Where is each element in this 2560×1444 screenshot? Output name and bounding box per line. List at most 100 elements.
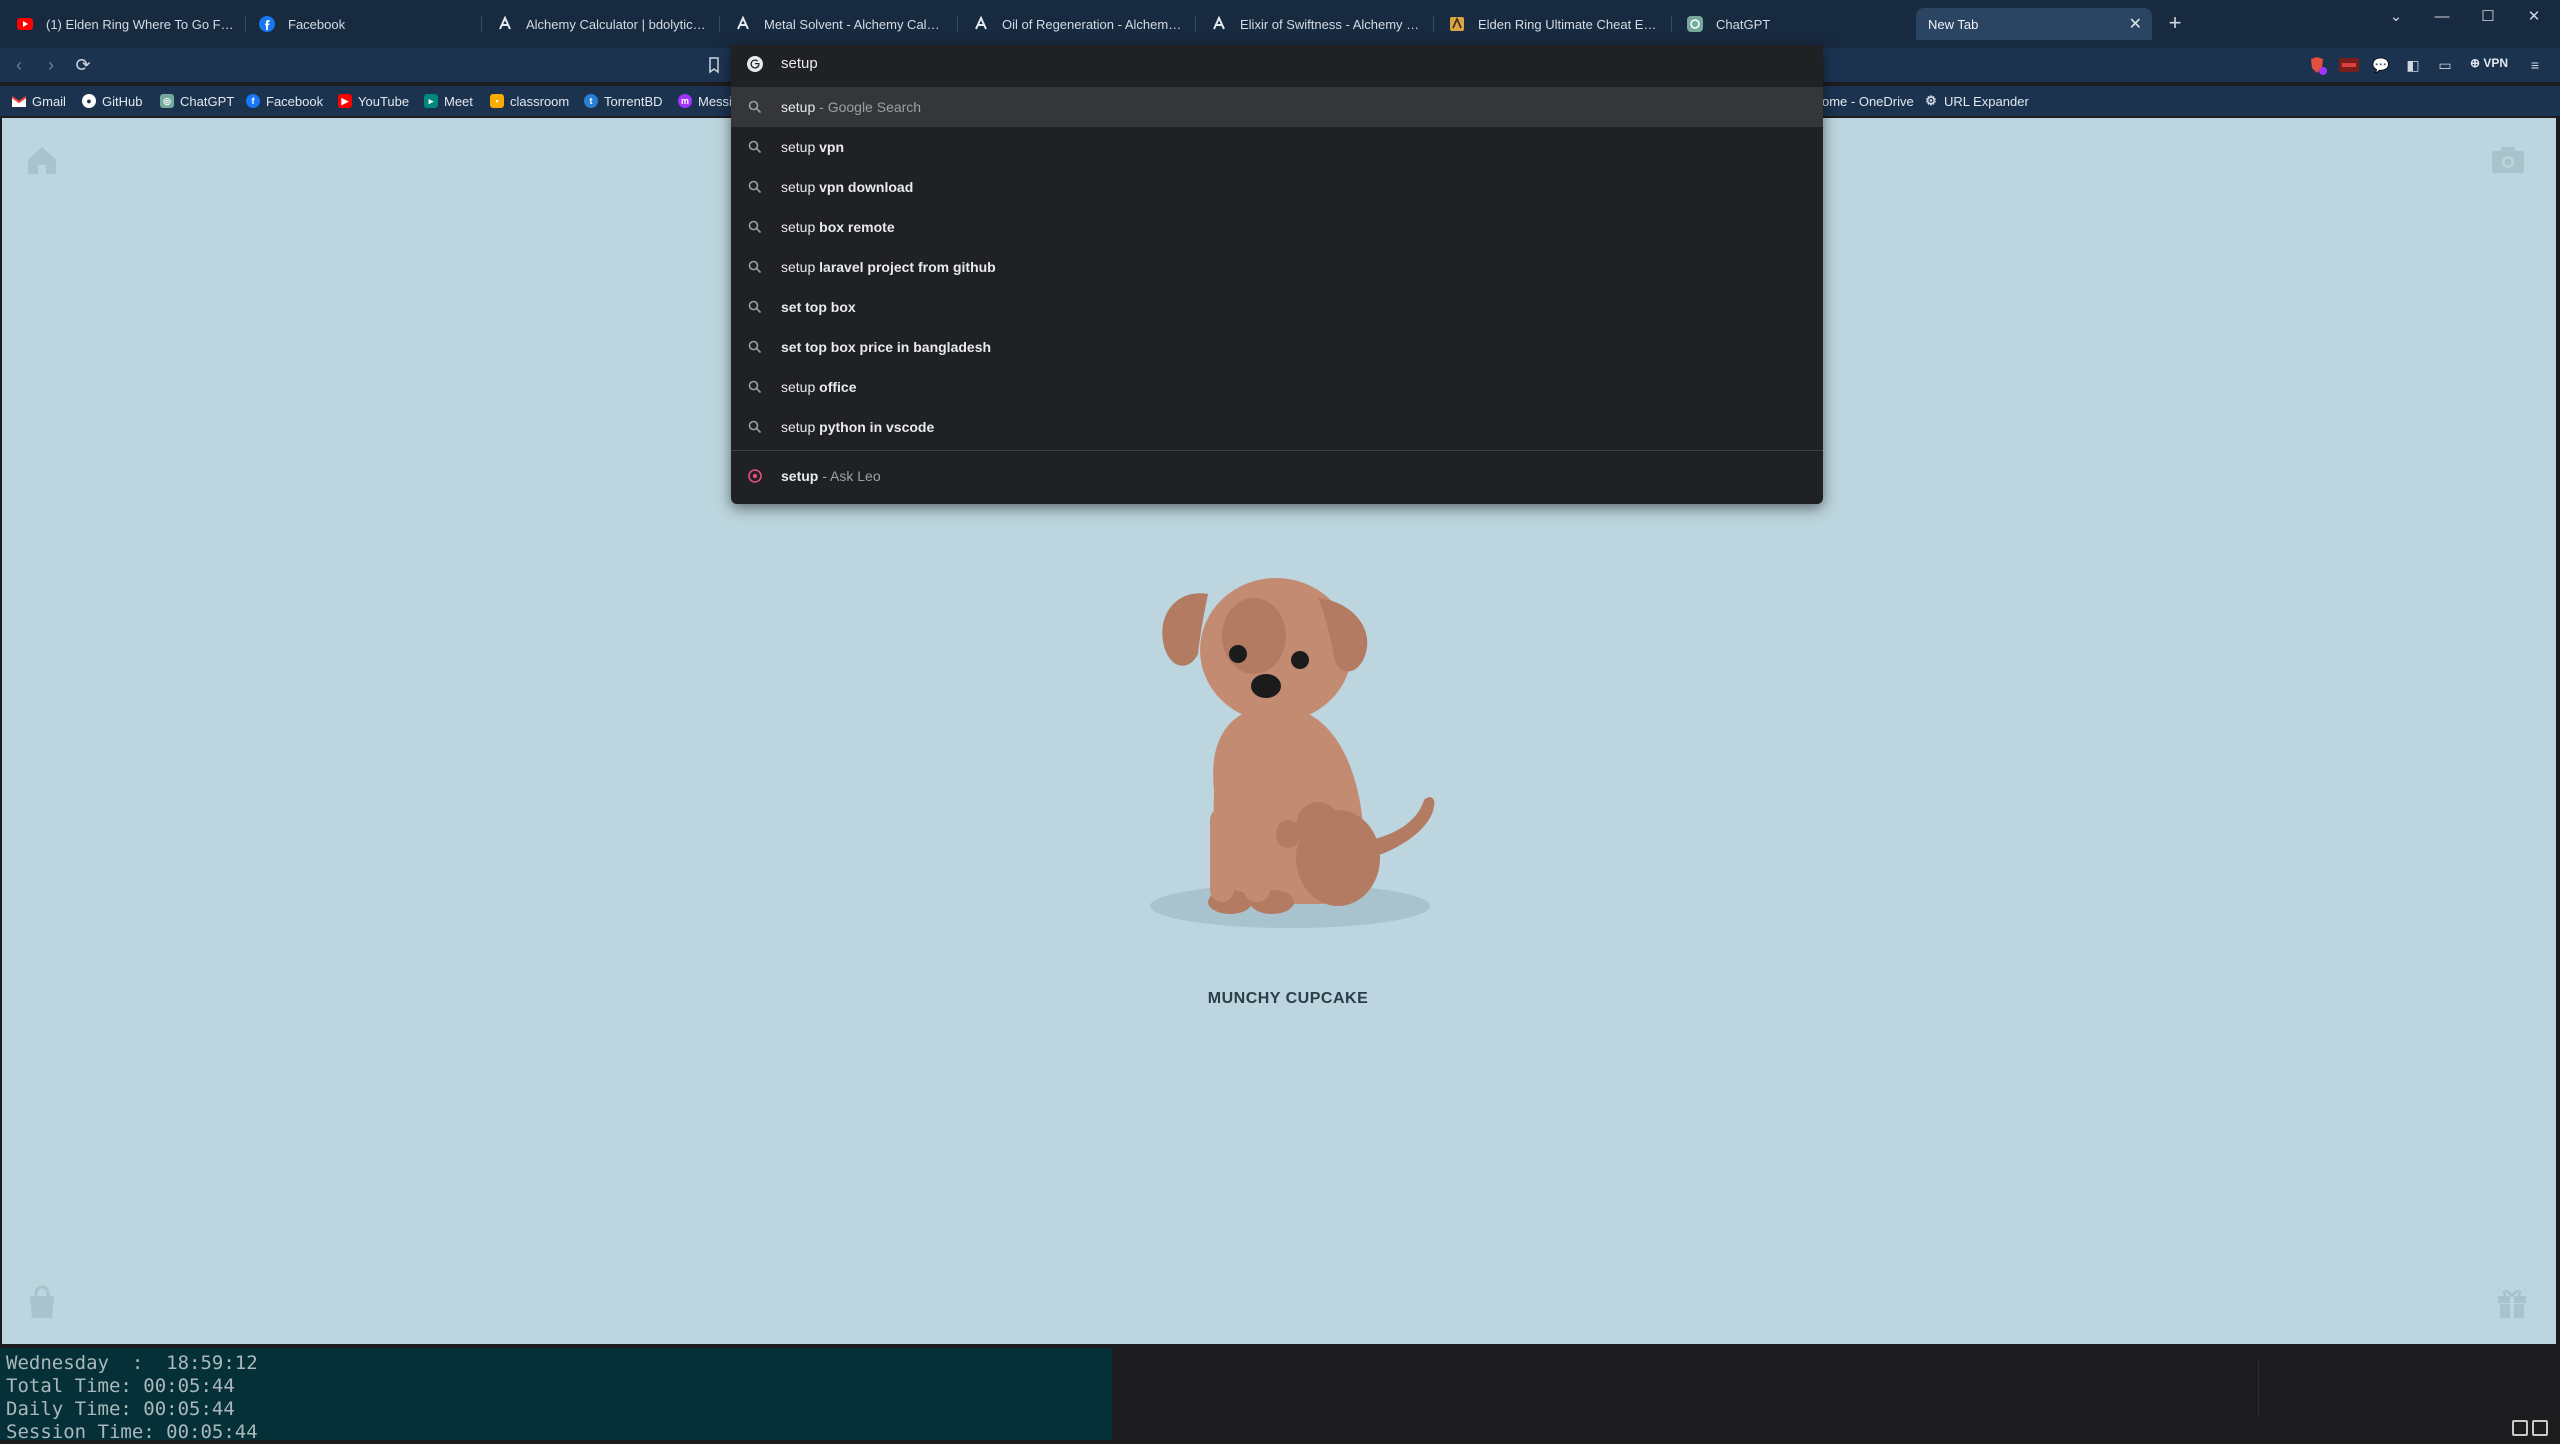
- tab-title: Alchemy Calculator | bdolytics - The: [526, 16, 708, 32]
- bdolytics-icon: [1210, 15, 1228, 33]
- desktop-area: [1112, 1348, 2560, 1440]
- menu-icon[interactable]: ≡: [2524, 54, 2546, 76]
- omnibox-query: setup: [781, 55, 818, 72]
- tab-title: Elixir of Swiftness - Alchemy Calculat: [1240, 16, 1422, 32]
- minimize-button[interactable]: —: [2422, 4, 2462, 28]
- search-icon: [748, 140, 762, 154]
- omnibox-input[interactable]: setup: [731, 45, 1823, 83]
- search-icon: [748, 100, 762, 114]
- suggestion-item[interactable]: setup office: [731, 367, 1823, 407]
- gift-icon[interactable]: [2492, 1282, 2532, 1322]
- sidebar-icon[interactable]: ◧: [2402, 54, 2424, 76]
- meet-icon: ▸: [424, 94, 438, 108]
- search-icon: [748, 340, 762, 354]
- suggestion-item[interactable]: setup laravel project from github: [731, 247, 1823, 287]
- brave-shields-icon[interactable]: [2306, 54, 2328, 76]
- omnibox-dropdown: setup setup - Google Search setup vpn se…: [731, 45, 1823, 504]
- vpn-label: VPN: [2483, 56, 2509, 70]
- tab-strip: (1) Elden Ring Where To Go First | Be Fa…: [0, 0, 2560, 48]
- suggestion-google-search[interactable]: setup - Google Search: [731, 87, 1823, 127]
- facebook-icon: [258, 15, 276, 33]
- close-window-button[interactable]: ✕: [2514, 4, 2554, 28]
- facebook-icon: f: [246, 94, 260, 108]
- tab-elixir-of-swiftness[interactable]: Elixir of Swiftness - Alchemy Calculat: [1198, 8, 1434, 40]
- vpn-button[interactable]: ⊕ VPN: [2470, 56, 2508, 70]
- gmail-icon: [12, 94, 26, 108]
- bookmark-url-expander[interactable]: ⚙ URL Expander: [1924, 90, 2029, 112]
- tab-title: Elden Ring Ultimate Cheat Engine Ta: [1478, 16, 1660, 32]
- back-button[interactable]: ‹: [6, 52, 32, 78]
- terminal-line: Total Time: 00:05:44: [6, 1375, 235, 1397]
- bookmark-meet[interactable]: ▸ Meet: [424, 90, 473, 112]
- tab-chatgpt[interactable]: ChatGPT: [1674, 8, 1910, 40]
- bookmark-icon[interactable]: [702, 54, 726, 76]
- home-icon[interactable]: [22, 140, 62, 180]
- tab-title: (1) Elden Ring Where To Go First | Be: [46, 16, 234, 32]
- tab-alchemy-calculator[interactable]: Alchemy Calculator | bdolytics - The: [484, 8, 720, 40]
- suggestion-item[interactable]: set top box price in bangladesh: [731, 327, 1823, 367]
- tab-new-tab[interactable]: New Tab ✕: [1916, 8, 2152, 40]
- tab-elden-ring-cheat-engine[interactable]: Elden Ring Ultimate Cheat Engine Ta: [1436, 8, 1672, 40]
- rewards-icon[interactable]: [2338, 54, 2360, 76]
- layout-icon[interactable]: [2512, 1420, 2528, 1436]
- divider: [2258, 1360, 2259, 1418]
- bookmark-gmail[interactable]: Gmail: [12, 90, 66, 112]
- forward-button[interactable]: ›: [38, 52, 64, 78]
- messenger-icon: m: [678, 94, 692, 108]
- search-icon: [748, 260, 762, 274]
- shopping-bag-icon[interactable]: [22, 1282, 62, 1322]
- search-icon: [748, 180, 762, 194]
- search-icon: [748, 380, 762, 394]
- classroom-icon: ▪: [490, 94, 504, 108]
- close-icon[interactable]: ✕: [2129, 14, 2142, 34]
- tab-elden-ring-youtube[interactable]: (1) Elden Ring Where To Go First | Be: [4, 8, 246, 40]
- bookmark-chatgpt[interactable]: ◎ ChatGPT: [160, 90, 234, 112]
- youtube-icon: ▶: [338, 94, 352, 108]
- tab-facebook[interactable]: Facebook: [246, 8, 482, 40]
- bookmark-messenger[interactable]: m Messi: [678, 90, 732, 112]
- github-icon: ●: [82, 94, 96, 108]
- bookmark-classroom[interactable]: ▪ classroom: [490, 90, 569, 112]
- tab-metal-solvent[interactable]: Metal Solvent - Alchemy Calculator: [722, 8, 958, 40]
- tab-title: Oil of Regeneration - Alchemy Calcu: [1002, 16, 1184, 32]
- google-icon: [747, 56, 763, 72]
- tab-oil-of-regeneration[interactable]: Oil of Regeneration - Alchemy Calcu: [960, 8, 1196, 40]
- bdolytics-icon: [972, 15, 990, 33]
- youtube-icon: [16, 15, 34, 33]
- leo-icon: [748, 469, 762, 483]
- suggestion-ask-leo[interactable]: setup - Ask Leo: [731, 456, 1823, 496]
- terminal-line: Session Time: 00:05:44: [6, 1421, 258, 1443]
- bookmark-youtube[interactable]: ▶ YouTube: [338, 90, 409, 112]
- bookmark-github[interactable]: ● GitHub: [82, 90, 142, 112]
- bookmark-onedrive[interactable]: ome - OneDrive: [1822, 90, 1914, 112]
- bookmark-facebook[interactable]: f Facebook: [246, 90, 323, 112]
- dog-illustration: [1150, 578, 1435, 928]
- divider: [731, 450, 1823, 451]
- terminal-line: Wednesday : 18:59:12: [6, 1352, 258, 1374]
- suggestion-item[interactable]: set top box: [731, 287, 1823, 327]
- bdolytics-icon: [734, 15, 752, 33]
- maximize-button[interactable]: ☐: [2468, 4, 2508, 28]
- tab-search-chevron-down-icon[interactable]: ⌄: [2376, 4, 2416, 28]
- suggestion-item[interactable]: setup box remote: [731, 207, 1823, 247]
- suggestion-item[interactable]: setup vpn: [731, 127, 1823, 167]
- bookmark-torrentbd[interactable]: t TorrentBD: [584, 90, 663, 112]
- tab-title: Metal Solvent - Alchemy Calculator: [764, 16, 946, 32]
- terminal-line: Daily Time: 00:05:44: [6, 1398, 235, 1420]
- search-icon: [748, 420, 762, 434]
- camera-icon[interactable]: [2488, 140, 2528, 180]
- reload-button[interactable]: ⟳: [70, 52, 96, 78]
- search-icon: [748, 220, 762, 234]
- chat-icon[interactable]: 💬: [2370, 54, 2392, 76]
- new-tab-button[interactable]: +: [2162, 10, 2188, 36]
- tab-title: New Tab: [1928, 16, 1979, 32]
- terminal-panel: Wednesday : 18:59:12 Total Time: 00:05:44…: [0, 1348, 1112, 1443]
- wallet-icon[interactable]: ▭: [2434, 54, 2456, 76]
- suggestion-item[interactable]: setup vpn download: [731, 167, 1823, 207]
- layout-icon[interactable]: [2532, 1420, 2548, 1436]
- search-icon: [748, 300, 762, 314]
- chatgpt-icon: [1686, 15, 1704, 33]
- torrentbd-icon: t: [584, 94, 598, 108]
- chatgpt-icon: ◎: [160, 94, 174, 108]
- suggestion-item[interactable]: setup python in vscode: [731, 407, 1823, 447]
